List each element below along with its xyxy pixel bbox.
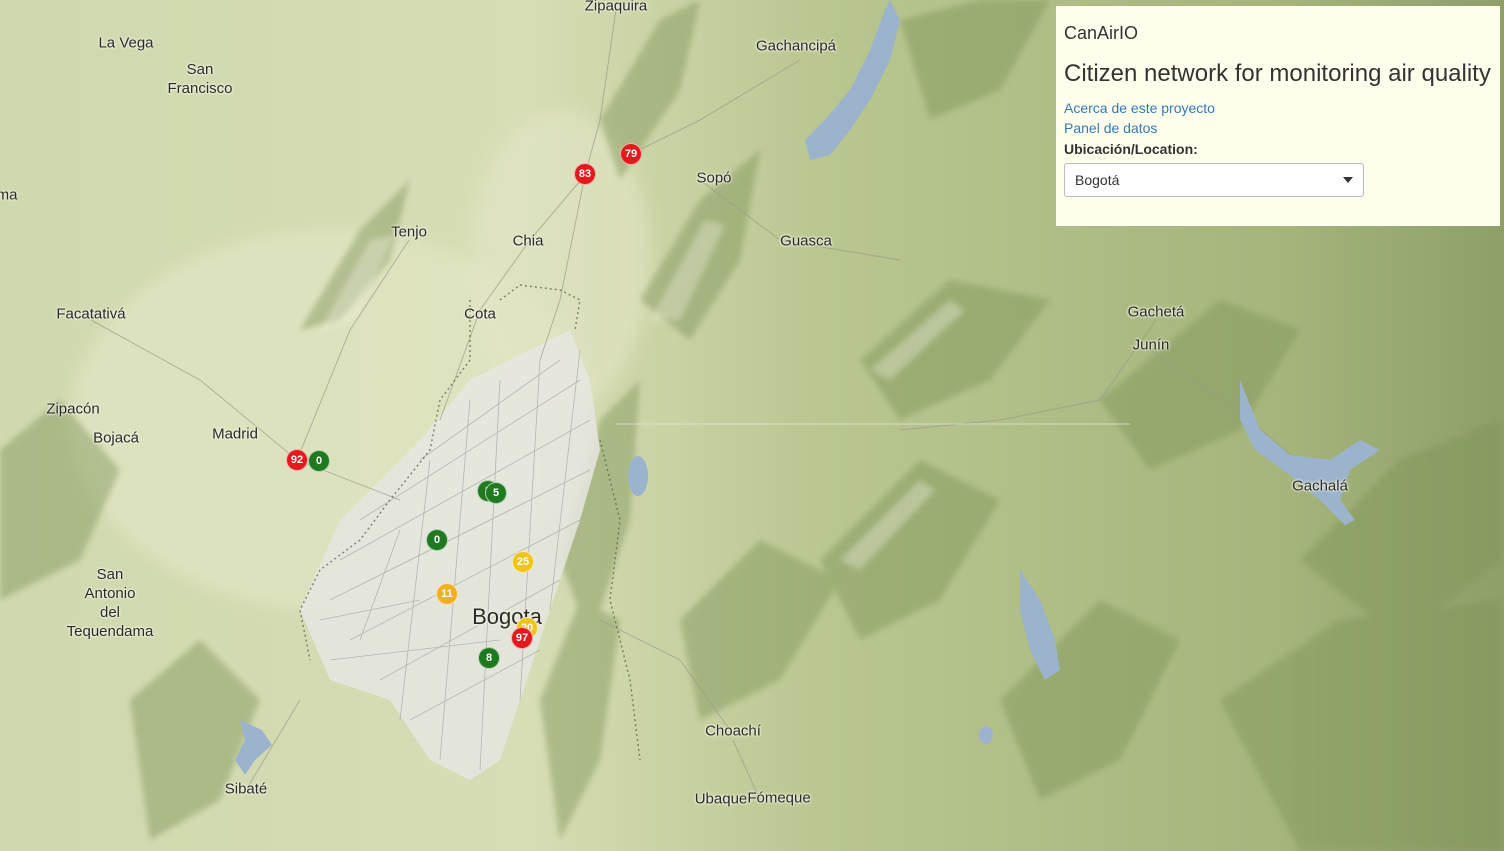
place-label: San Francisco: [167, 61, 233, 97]
place-label: Tenjo: [391, 223, 427, 241]
location-selected-value: Bogotá: [1075, 172, 1120, 188]
sensor-marker[interactable]: 8: [478, 647, 500, 669]
place-label: Gachetá: [1127, 303, 1185, 321]
location-select[interactable]: Bogotá: [1064, 163, 1364, 197]
sensor-marker[interactable]: 79: [620, 143, 642, 165]
place-label: Fómeque: [747, 789, 811, 807]
place-label: San Antonio del Tequendama: [66, 566, 154, 640]
place-label: Sopó: [696, 169, 732, 187]
place-label: Guasca: [780, 232, 832, 250]
place-label: Choachí: [705, 722, 761, 740]
sensor-marker[interactable]: 25: [512, 551, 534, 573]
place-label: Gachalá: [1292, 477, 1348, 495]
place-label: Zipacón: [46, 400, 100, 418]
place-label: Cota: [464, 305, 496, 323]
chevron-down-icon: [1343, 177, 1353, 183]
brand-name: CanAirIO: [1064, 23, 1139, 43]
sensor-marker[interactable]: 5: [485, 482, 507, 504]
sensor-marker[interactable]: 83: [574, 163, 596, 185]
about-project-link[interactable]: Acerca de este proyecto: [1064, 98, 1492, 118]
sensor-marker[interactable]: 11: [436, 583, 458, 605]
place-label: La Vega: [98, 34, 154, 52]
place-label: Junín: [1132, 336, 1170, 354]
place-label: Sibaté: [224, 780, 268, 798]
sensor-marker[interactable]: 92: [286, 449, 308, 471]
location-label: Ubicación/Location:: [1064, 141, 1198, 157]
info-panel: CanAirIO Citizen network for monitoring …: [1056, 6, 1500, 226]
place-label: Chia: [512, 232, 544, 250]
place-label: Facatativá: [56, 305, 126, 323]
data-dashboard-link[interactable]: Panel de datos: [1064, 118, 1492, 138]
place-label: Gachancipá: [755, 37, 837, 55]
place-label: Bojacá: [93, 429, 139, 447]
sensor-marker[interactable]: 97: [511, 627, 533, 649]
page-title: Citizen network for monitoring air quali…: [1064, 60, 1491, 87]
place-label: Ubaque: [694, 790, 748, 808]
place-label: ma: [0, 186, 18, 204]
sensor-marker[interactable]: 0: [426, 529, 448, 551]
place-label: Madrid: [212, 425, 258, 443]
sensor-marker[interactable]: 0: [308, 450, 330, 472]
place-label: Zipaquira: [584, 0, 648, 15]
